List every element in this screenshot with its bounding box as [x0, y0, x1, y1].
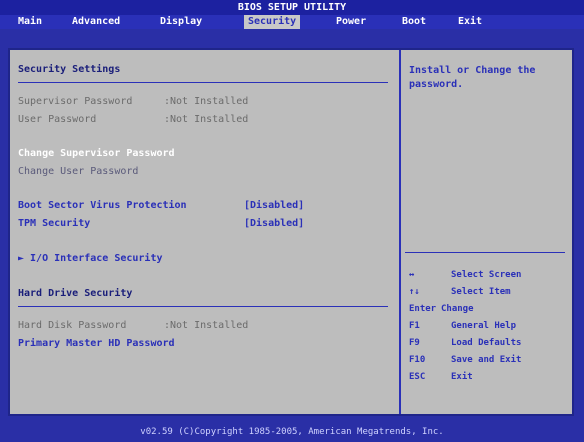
tab-exit[interactable]: Exit — [458, 15, 482, 29]
settings-pane: Security Settings Supervisor Password :N… — [10, 50, 401, 414]
io-interface-security-item[interactable]: ► I/O Interface Security — [18, 253, 163, 264]
f9-key: F9 — [409, 338, 420, 348]
bios-title: BIOS SETUP UTILITY — [0, 0, 584, 15]
change-user-password-item[interactable]: Change User Password — [18, 166, 138, 177]
tab-display[interactable]: Display — [160, 15, 202, 29]
exit-desc: Exit — [451, 372, 473, 382]
tab-advanced[interactable]: Advanced — [72, 15, 120, 29]
tab-power[interactable]: Power — [336, 15, 366, 29]
content-panel: Security Settings Supervisor Password :N… — [8, 48, 574, 416]
select-item-key: ↑↓ — [409, 287, 420, 297]
boot-sector-protection-label[interactable]: Boot Sector Virus Protection — [18, 200, 187, 211]
hard-disk-password-label: Hard Disk Password — [18, 320, 127, 331]
save-and-exit-desc: Save and Exit — [451, 355, 522, 365]
primary-master-hd-password-item[interactable]: Primary Master HD Password — [18, 338, 175, 349]
hard-drive-security-title: Hard Drive Security — [18, 288, 133, 299]
enter-key: Enter — [409, 304, 437, 314]
user-password-status: :Not Installed — [164, 114, 249, 125]
help-text: Install or Change the password. — [409, 65, 536, 90]
supervisor-password-status: :Not Installed — [164, 96, 249, 107]
load-defaults-desc: Load Defaults — [451, 338, 522, 348]
tpm-security-label[interactable]: TPM Security — [18, 218, 90, 229]
user-password-label: User Password — [18, 114, 97, 125]
tab-security[interactable]: Security — [244, 15, 301, 29]
section-title: Security Settings — [18, 64, 121, 75]
change-supervisor-password-item[interactable]: Change Supervisor Password — [18, 148, 175, 159]
change-desc: Change — [441, 304, 474, 314]
section-divider — [18, 82, 388, 83]
f10-key: F10 — [409, 355, 426, 365]
tpm-security-value[interactable]: [Disabled] — [244, 218, 304, 229]
help-divider — [405, 252, 565, 253]
tab-main[interactable]: Main — [18, 15, 42, 29]
esc-key: ESC — [409, 372, 426, 382]
select-item-desc: Select Item — [451, 287, 511, 297]
select-screen-key: ↔ — [409, 270, 415, 280]
supervisor-password-label: Supervisor Password — [18, 96, 133, 107]
f1-key: F1 — [409, 321, 420, 331]
select-screen-desc: Select Screen — [451, 270, 522, 280]
menu-bar: Main Advanced Display Security Power Boo… — [0, 15, 584, 29]
hdd-divider — [18, 306, 388, 307]
help-pane: Install or Change the password. ↔ Select… — [401, 50, 572, 414]
copyright-footer: v02.59 (C)Copyright 1985-2005, American … — [0, 422, 584, 442]
boot-sector-protection-value[interactable]: [Disabled] — [244, 200, 304, 211]
tab-boot[interactable]: Boot — [402, 15, 426, 29]
hard-disk-password-status: :Not Installed — [164, 320, 249, 331]
general-help-desc: General Help — [451, 321, 517, 331]
